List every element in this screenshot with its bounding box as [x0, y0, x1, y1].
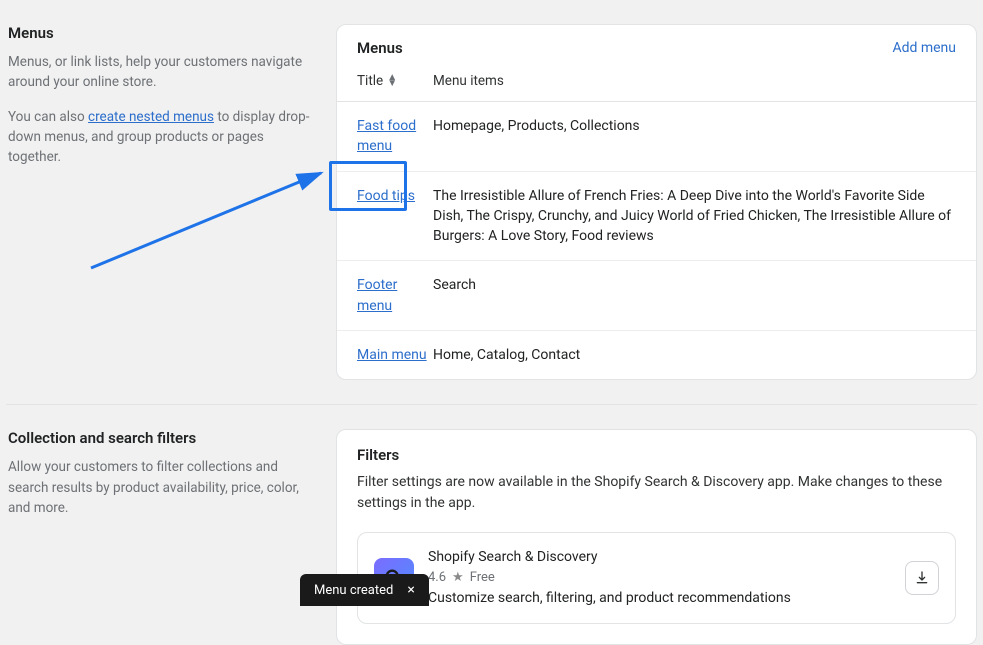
- items-column-header: Menu items: [433, 73, 504, 89]
- filters-heading: Collection and search filters: [8, 429, 312, 447]
- install-button[interactable]: [905, 561, 939, 595]
- menu-title-link[interactable]: Fast food menu: [357, 118, 416, 154]
- menus-heading: Menus: [8, 24, 312, 42]
- app-listing: Shopify Search & Discovery 4.6 ★ Free Cu…: [357, 532, 956, 624]
- table-row[interactable]: Fast food menu Homepage, Products, Colle…: [337, 102, 976, 172]
- menu-items-cell: Homepage, Products, Collections: [433, 116, 956, 157]
- menus-desc: Menus, or link lists, help your customer…: [8, 52, 312, 93]
- table-row[interactable]: Main menu Home, Catalog, Contact: [337, 331, 976, 379]
- filters-desc: Allow your customers to filter collectio…: [8, 457, 312, 518]
- toast: Menu created ×: [300, 574, 429, 606]
- star-icon: ★: [452, 568, 464, 588]
- app-name: Shopify Search & Discovery: [428, 547, 891, 568]
- title-column-header[interactable]: Title ▲▼: [357, 73, 433, 89]
- create-nested-menus-link[interactable]: create nested menus: [88, 109, 214, 125]
- app-meta: 4.6 ★ Free: [428, 568, 891, 588]
- table-row[interactable]: Food tips The Irresistible Allure of Fre…: [337, 172, 976, 262]
- menus-extra: You can also create nested menus to disp…: [8, 107, 312, 168]
- filters-card-heading: Filters: [357, 446, 956, 464]
- menu-items-cell: Search: [433, 275, 956, 316]
- menus-side-help: Menus Menus, or link lists, help your cu…: [6, 24, 312, 380]
- menu-items-cell: Home, Catalog, Contact: [433, 345, 956, 365]
- menu-title-link[interactable]: Main menu: [357, 347, 427, 363]
- toast-label: Menu created: [314, 583, 393, 598]
- sort-icon: ▲▼: [387, 75, 397, 87]
- menus-table-header: Title ▲▼ Menu items: [337, 61, 976, 102]
- menus-card: Menus Add menu Title ▲▼ Menu items Fast …: [336, 24, 977, 380]
- toast-close-button[interactable]: ×: [407, 582, 414, 598]
- menu-title-link[interactable]: Footer menu: [357, 277, 397, 313]
- download-icon: [914, 570, 930, 586]
- filters-side-help: Collection and search filters Allow your…: [6, 429, 312, 645]
- filters-card: Filters Filter settings are now availabl…: [336, 429, 977, 645]
- filters-card-desc: Filter settings are now available in the…: [357, 472, 956, 514]
- section-divider: [6, 404, 977, 405]
- menu-title-link[interactable]: Food tips: [357, 188, 415, 204]
- menu-items-cell: The Irresistible Allure of French Fries:…: [433, 186, 956, 247]
- add-menu-button[interactable]: Add menu: [892, 40, 956, 56]
- table-row[interactable]: Footer menu Search: [337, 261, 976, 331]
- menus-card-heading: Menus: [357, 39, 403, 57]
